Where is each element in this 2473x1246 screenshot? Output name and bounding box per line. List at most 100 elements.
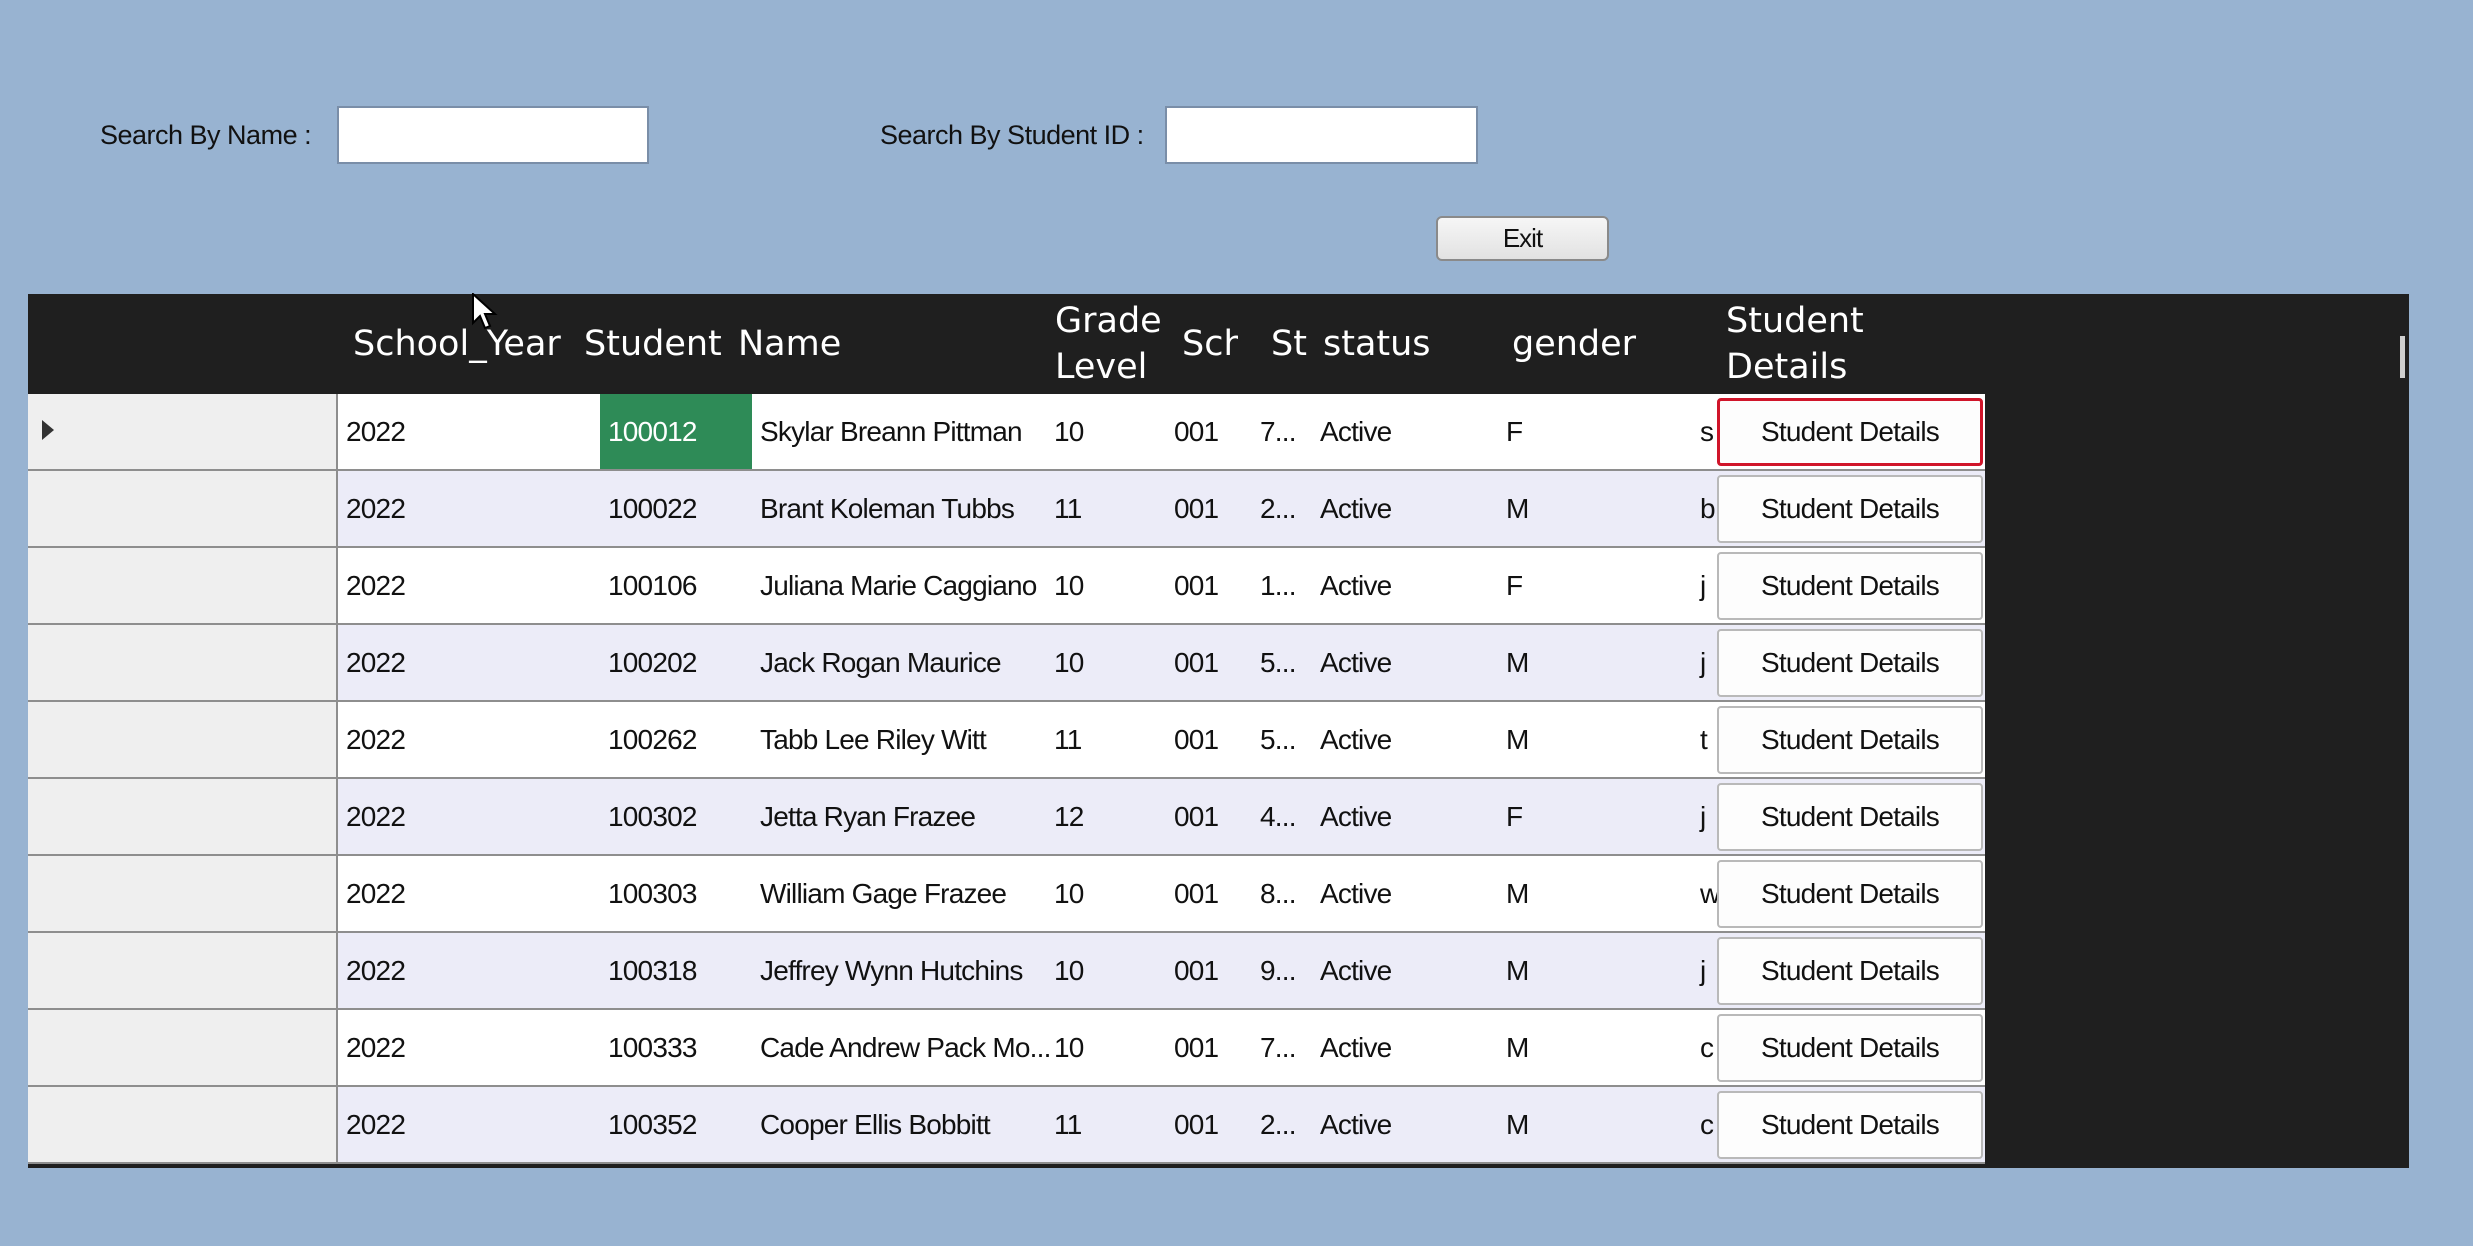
cell-st[interactable]: 9... (1256, 933, 1320, 1008)
search-name-input[interactable] (337, 106, 649, 164)
cell-st[interactable]: 1... (1256, 548, 1320, 623)
row-header[interactable] (28, 856, 338, 931)
cell-grade-level[interactable]: 10 (1046, 856, 1166, 931)
cell-sch[interactable]: 001 (1166, 1010, 1232, 1085)
cell-status[interactable]: Active (1312, 394, 1498, 469)
cell-student-id[interactable]: 100022 (600, 471, 752, 546)
cell-student-id[interactable]: 100352 (600, 1087, 752, 1162)
search-id-input[interactable] (1165, 106, 1478, 164)
cell-name[interactable]: Cade Andrew Pack Mo... (752, 1010, 1074, 1085)
student-details-button[interactable]: Student Details (1717, 1014, 1983, 1082)
student-details-button[interactable]: Student Details (1717, 860, 1983, 928)
column-header-student-details[interactable]: Student Details (1726, 294, 1966, 394)
cell-st[interactable]: 7... (1256, 1010, 1320, 1085)
table-row[interactable]: 2022 100318 Jeffrey Wynn Hutchins 10 001 9...… (28, 933, 1985, 1010)
cell-name[interactable]: Cooper Ellis Bobbitt (752, 1087, 1074, 1162)
cell-grade-level[interactable]: 10 (1046, 1010, 1166, 1085)
cell-student-id[interactable]: 100202 (600, 625, 752, 700)
table-row[interactable]: 2022 100202 Jack Rogan Maurice 10 001 5... Act… (28, 625, 1985, 702)
cell-sch[interactable]: 001 (1166, 779, 1232, 854)
table-row[interactable]: 2022 100303 William Gage Frazee 10 001 8... Ac… (28, 856, 1985, 933)
cell-sch[interactable]: 001 (1166, 1087, 1232, 1162)
cell-gender[interactable]: F (1498, 548, 1728, 623)
column-header-name[interactable]: Name (738, 294, 1058, 394)
cell-grade-level[interactable]: 10 (1046, 625, 1166, 700)
cell-name[interactable]: Jack Rogan Maurice (752, 625, 1074, 700)
student-details-button[interactable]: Student Details (1717, 398, 1983, 466)
cell-st[interactable]: 2... (1256, 1087, 1320, 1162)
cell-sch[interactable]: 001 (1166, 625, 1232, 700)
student-details-button[interactable]: Student Details (1717, 475, 1983, 543)
cell-name[interactable]: Juliana Marie Caggiano (752, 548, 1074, 623)
cell-name[interactable]: Jeffrey Wynn Hutchins (752, 933, 1074, 1008)
student-details-button[interactable]: Student Details (1717, 783, 1983, 851)
student-details-button[interactable]: Student Details (1717, 552, 1983, 620)
column-header-gender[interactable]: gender (1512, 294, 1662, 394)
cell-st[interactable]: 8... (1256, 856, 1320, 931)
cell-gender[interactable]: F (1498, 394, 1728, 469)
cell-school-year[interactable]: 2022 (338, 394, 600, 469)
cell-gender[interactable]: M (1498, 1010, 1728, 1085)
cell-st[interactable]: 5... (1256, 702, 1320, 777)
cell-student-id[interactable]: 100262 (600, 702, 752, 777)
cell-status[interactable]: Active (1312, 1087, 1498, 1162)
table-row[interactable]: 2022 100333 Cade Andrew Pack Mo... 10 001 7..… (28, 1010, 1985, 1087)
cell-sch[interactable]: 001 (1166, 856, 1232, 931)
cell-status[interactable]: Active (1312, 471, 1498, 546)
cell-gender[interactable]: M (1498, 933, 1728, 1008)
student-details-button[interactable]: Student Details (1717, 706, 1983, 774)
cell-sch[interactable]: 001 (1166, 702, 1232, 777)
cell-name[interactable]: Skylar Breann Pittman (752, 394, 1074, 469)
cell-gender[interactable]: M (1498, 625, 1728, 700)
cell-status[interactable]: Active (1312, 933, 1498, 1008)
cell-st[interactable]: 2... (1256, 471, 1320, 546)
cell-gender[interactable]: F (1498, 779, 1728, 854)
column-header-st[interactable]: St (1271, 294, 1314, 394)
cell-name[interactable]: William Gage Frazee (752, 856, 1074, 931)
cell-student-id[interactable]: 100333 (600, 1010, 752, 1085)
row-header[interactable] (28, 625, 338, 700)
table-row[interactable]: 2022 100106 Juliana Marie Caggiano 10 001 1..… (28, 548, 1985, 625)
cell-sch[interactable]: 001 (1166, 394, 1232, 469)
cell-grade-level[interactable]: 12 (1046, 779, 1166, 854)
student-details-button[interactable]: Student Details (1717, 937, 1983, 1005)
cell-grade-level[interactable]: 10 (1046, 394, 1166, 469)
row-header[interactable] (28, 702, 338, 777)
cell-school-year[interactable]: 2022 (338, 933, 600, 1008)
cell-school-year[interactable]: 2022 (338, 1087, 600, 1162)
cell-status[interactable]: Active (1312, 779, 1498, 854)
cell-student-id[interactable]: 100302 (600, 779, 752, 854)
students-grid[interactable]: School_Year Student Name Grade Level Sch… (28, 294, 2409, 1168)
student-details-button[interactable]: Student Details (1717, 629, 1983, 697)
cell-st[interactable]: 4... (1256, 779, 1320, 854)
table-row[interactable]: 2022 100022 Brant Koleman Tubbs 11 001 2... Ac… (28, 471, 1985, 548)
vertical-scrollbar-thumb[interactable] (2400, 336, 2405, 378)
cell-school-year[interactable]: 2022 (338, 1010, 600, 1085)
cell-name[interactable]: Brant Koleman Tubbs (752, 471, 1074, 546)
cell-gender[interactable]: M (1498, 471, 1728, 546)
cell-grade-level[interactable]: 11 (1046, 1087, 1166, 1162)
cell-student-id[interactable]: 100012 (600, 394, 752, 469)
exit-button[interactable]: Exit (1436, 216, 1609, 261)
cell-student-id[interactable]: 100318 (600, 933, 752, 1008)
cell-status[interactable]: Active (1312, 548, 1498, 623)
cell-name[interactable]: Tabb Lee Riley Witt (752, 702, 1074, 777)
cell-school-year[interactable]: 2022 (338, 779, 600, 854)
cell-grade-level[interactable]: 11 (1046, 702, 1166, 777)
row-header[interactable] (28, 394, 338, 469)
cell-st[interactable]: 5... (1256, 625, 1320, 700)
table-row[interactable]: 2022 100352 Cooper Ellis Bobbitt 11 001 2... A… (28, 1087, 1985, 1164)
cell-student-id[interactable]: 100106 (600, 548, 752, 623)
cell-status[interactable]: Active (1312, 1010, 1498, 1085)
cell-school-year[interactable]: 2022 (338, 471, 600, 546)
row-header[interactable] (28, 933, 338, 1008)
student-details-button[interactable]: Student Details (1717, 1091, 1983, 1159)
row-header[interactable] (28, 471, 338, 546)
column-header-status[interactable]: status (1323, 294, 1473, 394)
cell-school-year[interactable]: 2022 (338, 702, 600, 777)
row-header[interactable] (28, 779, 338, 854)
cell-grade-level[interactable]: 10 (1046, 548, 1166, 623)
cell-status[interactable]: Active (1312, 702, 1498, 777)
cell-sch[interactable]: 001 (1166, 548, 1232, 623)
cell-sch[interactable]: 001 (1166, 933, 1232, 1008)
